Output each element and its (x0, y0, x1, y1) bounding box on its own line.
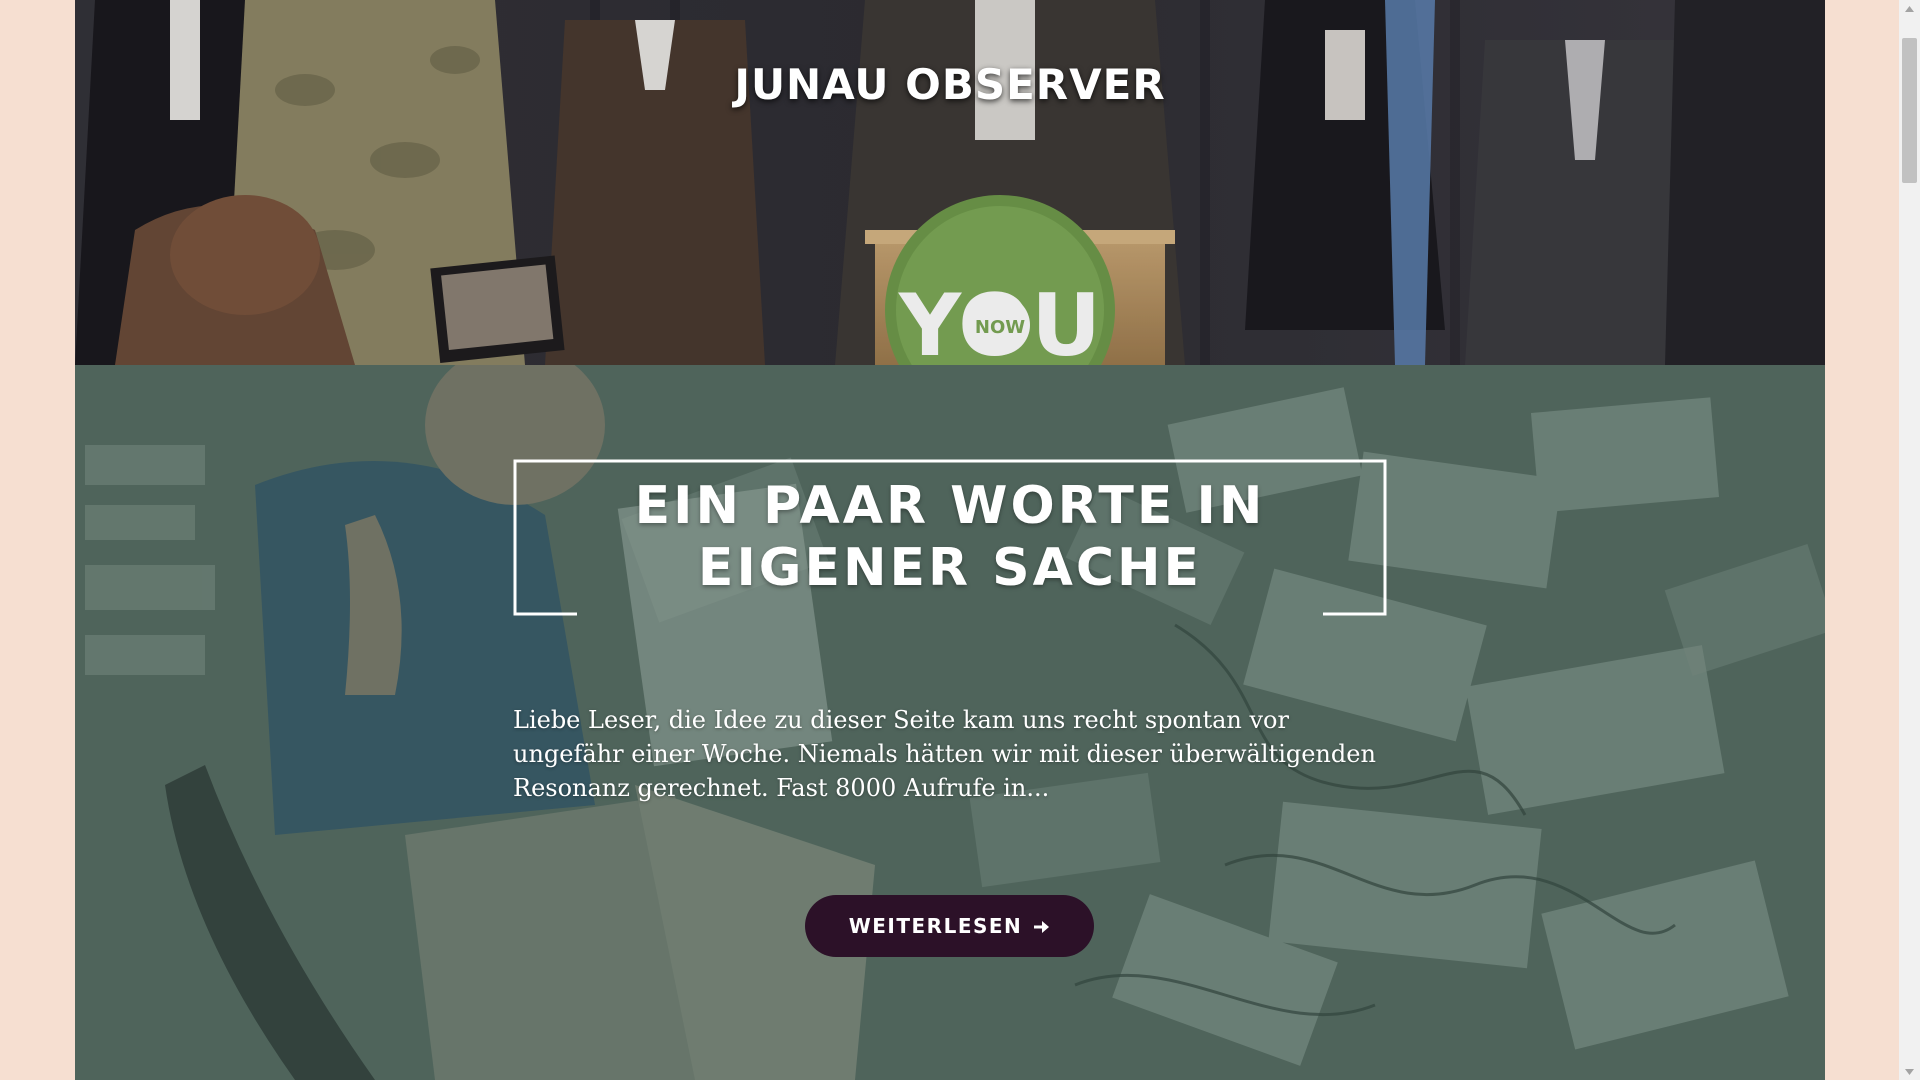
featured-post: EIN PAAR WORTE IN EIGENER SACHE Liebe Le… (75, 365, 1825, 1080)
vertical-scrollbar[interactable] (1899, 0, 1920, 1080)
content-column: YOU NOW (75, 0, 1825, 1080)
scroll-down-arrow-icon[interactable] (1899, 1063, 1920, 1080)
post-title[interactable]: EIN PAAR WORTE IN EIGENER SACHE (573, 475, 1327, 599)
scrollbar-thumb[interactable] (1902, 38, 1917, 183)
arrow-right-icon (1032, 917, 1050, 935)
scroll-up-arrow-icon[interactable] (1899, 0, 1920, 17)
page: YOU NOW (0, 0, 1920, 1080)
read-more-label: WEITERLESEN (848, 914, 1023, 938)
site-title[interactable]: JUNAU OBSERVER (75, 60, 1825, 109)
header-photo: YOU NOW (75, 0, 1825, 365)
site-header: YOU NOW (75, 0, 1825, 365)
read-more-button[interactable]: WEITERLESEN (805, 895, 1094, 957)
post-excerpt: Liebe Leser, die Idee zu dieser Seite ka… (513, 706, 1376, 802)
title-frame: EIN PAAR WORTE IN EIGENER SACHE (513, 459, 1387, 616)
